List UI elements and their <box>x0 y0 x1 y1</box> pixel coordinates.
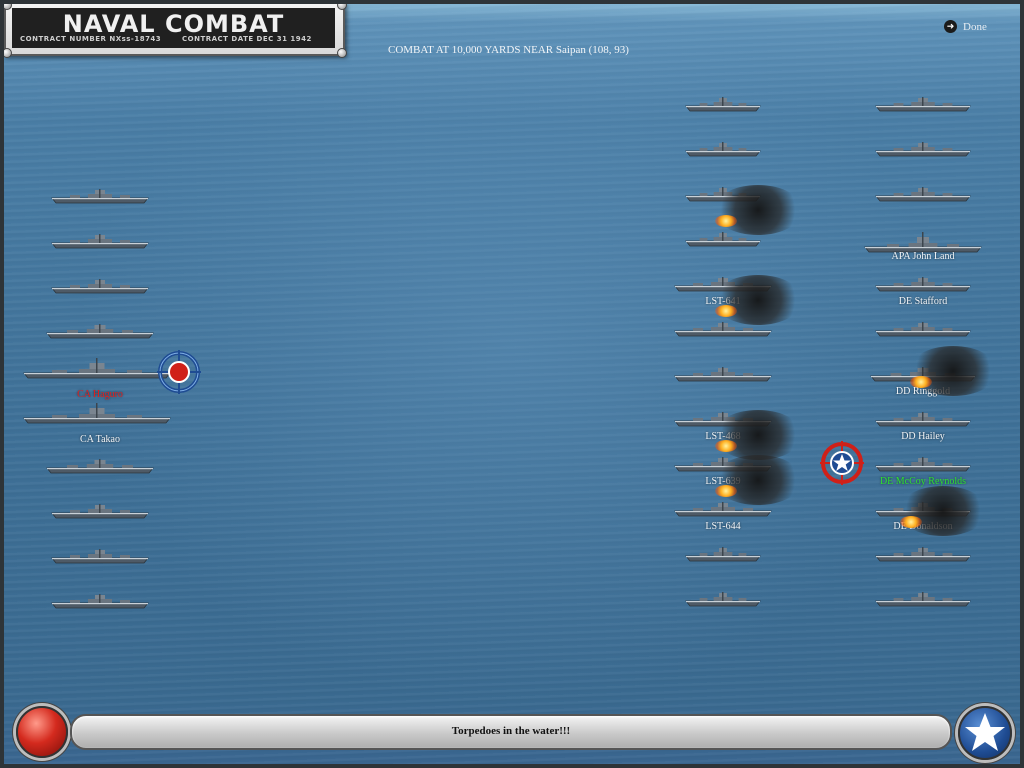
allied-right-ship-11[interactable] <box>874 591 972 607</box>
allied-ship-label: APA John Land <box>891 251 955 262</box>
smoke-icon <box>713 185 803 235</box>
japanese-ship-5[interactable] <box>22 402 172 424</box>
ocean-background <box>0 0 1024 768</box>
fire-button[interactable] <box>16 706 68 758</box>
allied-ship-label: DE Stafford <box>898 296 948 307</box>
allied-left-ship-10[interactable] <box>684 546 762 562</box>
allied-right-ship-1[interactable] <box>874 141 972 157</box>
us-star-icon <box>965 713 1005 751</box>
japanese-ship-0[interactable] <box>50 188 150 204</box>
status-message: Torpedoes in the water!!! <box>451 725 571 737</box>
fire-icon <box>715 215 737 227</box>
target-reticle-icon[interactable] <box>157 350 201 399</box>
allied-ship-label: LST-644 <box>705 521 741 532</box>
allied-right-ship-5[interactable] <box>874 321 972 337</box>
title-plate: NAVAL COMBAT CONTRACT NUMBER NXss-18743 … <box>2 0 347 58</box>
japanese-ship-6[interactable] <box>45 458 155 474</box>
fire-icon <box>900 516 922 528</box>
fire-icon <box>715 305 737 317</box>
combat-location-text: COMBAT AT 10,000 YARDS NEAR Saipan (108,… <box>388 44 629 56</box>
japanese-ship-label: CA Haguro <box>77 389 123 400</box>
status-bar: Torpedoes in the water!!! <box>70 714 952 750</box>
allied-left-ship-6[interactable] <box>673 366 773 382</box>
smoke-icon <box>713 455 803 505</box>
japanese-ship-8[interactable] <box>50 548 150 564</box>
arrow-right-circle-icon: ➜ <box>944 20 957 33</box>
game-title: NAVAL COMBAT <box>62 10 285 38</box>
japanese-ship-7[interactable] <box>50 503 150 519</box>
japanese-ship-2[interactable] <box>50 278 150 294</box>
done-button[interactable]: ➜ Done <box>944 20 987 33</box>
japanese-ship-label: CA Takao <box>80 434 120 445</box>
allied-right-ship-4[interactable] <box>874 276 972 292</box>
allied-left-ship-11[interactable] <box>684 591 762 607</box>
us-star-button[interactable] <box>958 706 1012 760</box>
allied-left-ship-0[interactable] <box>684 96 762 112</box>
rivet-icon <box>2 0 12 10</box>
smoke-icon <box>713 275 803 325</box>
japanese-ship-3[interactable] <box>45 323 155 339</box>
allied-right-ship-8[interactable] <box>874 456 972 472</box>
allied-right-ship-2[interactable] <box>874 186 972 202</box>
fire-icon <box>910 376 932 388</box>
done-label: Done <box>963 20 987 33</box>
allied-right-ship-10[interactable] <box>874 546 972 562</box>
rivet-icon <box>337 0 347 10</box>
allied-ship-label: DD Hailey <box>901 431 945 442</box>
fire-icon <box>715 440 737 452</box>
smoke-icon <box>908 346 998 396</box>
allied-right-ship-7[interactable] <box>874 411 972 427</box>
japanese-ship-1[interactable] <box>50 233 150 249</box>
japanese-ship-9[interactable] <box>50 593 150 609</box>
contract-date: CONTRACT DATE DEC 31 1942 <box>182 35 312 43</box>
smoke-icon <box>713 410 803 460</box>
rivet-icon <box>337 48 347 58</box>
allied-right-ship-0[interactable] <box>874 96 972 112</box>
fire-icon <box>715 485 737 497</box>
rivet-icon <box>2 48 12 58</box>
allied-ship-label: DE McCoy Reynolds <box>879 476 967 487</box>
contract-number: CONTRACT NUMBER NXss-18743 <box>20 35 162 43</box>
japanese-ship-4[interactable] <box>22 357 172 379</box>
allied-left-ship-1[interactable] <box>684 141 762 157</box>
smoke-icon <box>898 486 988 536</box>
allied-right-ship-3[interactable] <box>863 231 983 253</box>
star-reticle-icon[interactable] <box>820 441 864 490</box>
